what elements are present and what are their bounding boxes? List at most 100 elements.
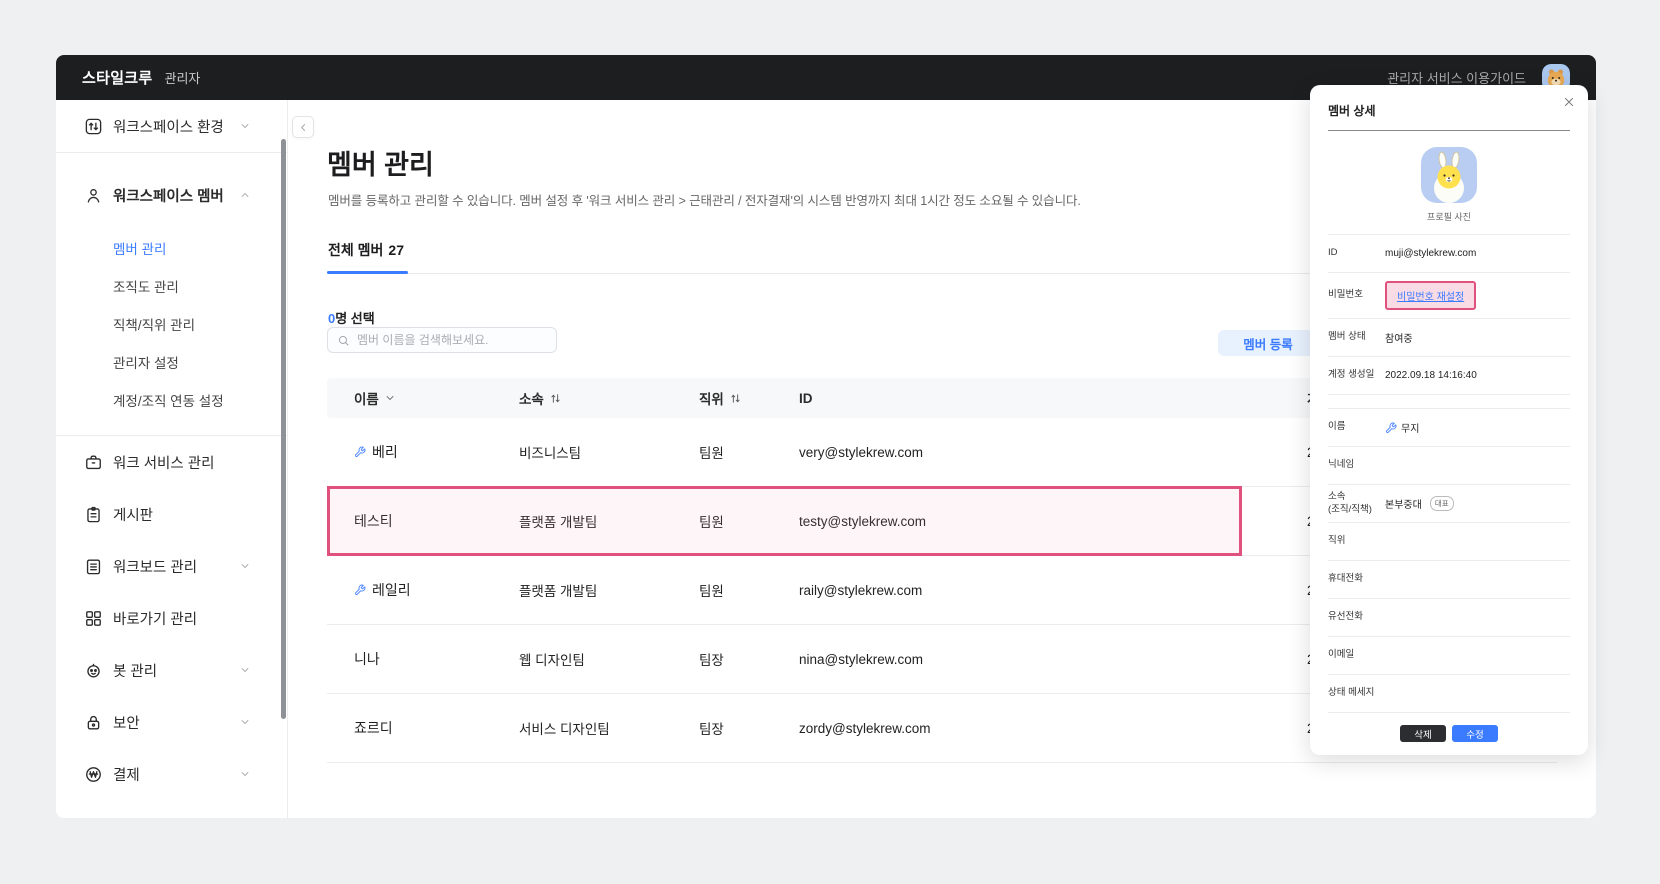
- panel-field-value: 무지: [1385, 420, 1419, 435]
- member-position-cell: 팀장: [699, 694, 724, 762]
- sidebar-subitem-job-title[interactable]: 직책/직위 관리: [56, 305, 287, 343]
- sidebar-subitem-label: 관리자 설정: [113, 352, 179, 372]
- sidebar-item-payment[interactable]: 결제: [56, 748, 287, 800]
- panel-field-member-status: 멤버 상태 참여중: [1328, 319, 1570, 357]
- selection-count-suffix: 명 선택: [335, 311, 375, 326]
- panel-field-account-created: 계정 생성일 2022.09.18 14:16:40: [1328, 357, 1570, 395]
- register-member-button[interactable]: 멤버 등록: [1218, 330, 1318, 356]
- member-id-cell: raily@stylekrew.com: [799, 556, 922, 624]
- search-icon: [337, 334, 350, 347]
- close-icon[interactable]: [1562, 95, 1576, 109]
- member-team-cell: 플랫폼 개발팀: [519, 556, 597, 624]
- member-name-cell: 니나: [354, 625, 380, 693]
- bot-icon: [84, 661, 103, 680]
- tab-all-members[interactable]: 전체 멤버 27: [327, 240, 408, 272]
- sort-icon: [729, 392, 742, 405]
- member-id-cell: zordy@stylekrew.com: [799, 694, 931, 762]
- panel-field-status-message: 상태 메세지: [1328, 675, 1570, 713]
- brand-logo: 스타일크루: [82, 67, 153, 88]
- sidebar-item-bot[interactable]: 봇 관리: [56, 644, 287, 696]
- sidebar-item-label: 바로가기 관리: [113, 608, 197, 629]
- member-id-cell: testy@stylekrew.com: [799, 487, 926, 555]
- column-header-position[interactable]: 직위: [699, 378, 742, 418]
- panel-field-org: 소속(조직/직책) 본부중대대표: [1328, 485, 1570, 523]
- admin-wrench-icon: [354, 446, 366, 458]
- panel-field-id: ID muji@stylekrew.com: [1328, 235, 1570, 273]
- sidebar-item-label: 게시판: [113, 504, 153, 525]
- profile-photo-label: 프로필 사진: [1328, 210, 1570, 223]
- tab-label: 전체 멤버: [328, 240, 383, 260]
- column-header-team[interactable]: 소속: [519, 378, 562, 418]
- password-reset-link[interactable]: 비밀번호 재설정: [1397, 292, 1464, 303]
- sidebar-item-label: 보안: [113, 712, 140, 733]
- member-team-cell: 플랫폼 개발팀: [519, 487, 597, 555]
- panel-field-value: muji@stylekrew.com: [1385, 248, 1476, 259]
- panel-field-value: 본부중대대표: [1385, 496, 1454, 511]
- sidebar-subitem-member-management[interactable]: 멤버 관리: [56, 229, 287, 267]
- lock-icon: [84, 713, 103, 732]
- admin-wrench-icon: [354, 584, 366, 596]
- panel-field-label: 멤버 상태: [1328, 331, 1385, 344]
- panel-field-label: ID: [1328, 247, 1385, 260]
- tab-bar: 전체 멤버 27: [327, 240, 1319, 274]
- person-icon: [84, 186, 103, 205]
- sidebar-item-board[interactable]: 게시판: [56, 488, 287, 540]
- sidebar-subitem-org-chart[interactable]: 조직도 관리: [56, 267, 287, 305]
- panel-field-label: 닉네임: [1328, 459, 1385, 472]
- sidebar-item-workspace-env[interactable]: 워크스페이스 환경: [56, 100, 287, 152]
- sidebar-item-label: 워크보드 관리: [113, 556, 197, 577]
- column-header-id[interactable]: ID: [799, 378, 813, 418]
- row-highlight-annotation: [327, 486, 1242, 556]
- panel-field-value: 2022.09.18 14:16:40: [1385, 370, 1477, 381]
- panel-field-landline: 유선전화: [1328, 599, 1570, 637]
- sidebar-subitem-admin-settings[interactable]: 관리자 설정: [56, 343, 287, 381]
- clipboard-icon: [84, 505, 103, 524]
- chevron-down-icon: [239, 560, 251, 572]
- sidebar-item-label: 봇 관리: [113, 660, 157, 681]
- panel-field-label: 직위: [1328, 535, 1385, 548]
- search-input[interactable]: [357, 333, 547, 347]
- sidebar-divider: [56, 152, 287, 153]
- briefcase-icon: [84, 453, 103, 472]
- chevron-down-icon: [239, 768, 251, 780]
- member-detail-panel: 멤버 상세 프로필 사진 ID muji@stylekrew.com 비밀번호 …: [1310, 85, 1588, 755]
- panel-field-value: 참여중: [1385, 330, 1413, 345]
- sidebar-subitem-label: 멤버 관리: [113, 238, 166, 258]
- brand-suffix: 관리자: [165, 68, 201, 87]
- panel-title: 멤버 상세: [1328, 85, 1570, 130]
- chevron-up-icon: [239, 189, 251, 201]
- sidebar-item-label: 워크스페이스 멤버: [113, 185, 224, 206]
- sidebar-item-shortcuts[interactable]: 바로가기 관리: [56, 592, 287, 644]
- sidebar-item-workspace-members[interactable]: 워크스페이스 멤버: [56, 169, 287, 221]
- sort-icon: [549, 392, 562, 405]
- sidebar-scrollbar[interactable]: [281, 139, 286, 719]
- page-description: 멤버를 등록하고 관리할 수 있습니다. 멤버 설정 후 '워크 서비스 관리 …: [328, 190, 1081, 209]
- sidebar-lower-nav: 워크 서비스 관리 게시판 워크보드 관리 바로가기 관리 봇 관리 보안 결제: [56, 436, 287, 800]
- admin-wrench-icon: [1385, 422, 1397, 434]
- edit-button[interactable]: 수정: [1452, 725, 1498, 742]
- column-header-name[interactable]: 이름: [354, 378, 396, 418]
- sidebar-item-work-services[interactable]: 워크 서비스 관리: [56, 436, 287, 488]
- panel-field-value: 비밀번호 재설정: [1385, 281, 1476, 310]
- sidebar-item-workboard[interactable]: 워크보드 관리: [56, 540, 287, 592]
- panel-field-label: 비밀번호: [1328, 289, 1385, 302]
- sidebar-item-security[interactable]: 보안: [56, 696, 287, 748]
- won-icon: [84, 765, 103, 784]
- panel-field-label: 이메일: [1328, 649, 1385, 662]
- grid-icon: [84, 609, 103, 628]
- member-team-cell: 웹 디자인팀: [519, 625, 585, 693]
- member-name-cell: 레일리: [354, 556, 411, 624]
- panel-field-mobile: 휴대전화: [1328, 561, 1570, 599]
- panel-section-gap: [1328, 395, 1570, 409]
- sidebar-subitem-label: 계정/조직 연동 설정: [113, 390, 224, 410]
- panel-field-password: 비밀번호 비밀번호 재설정: [1328, 273, 1570, 319]
- sidebar-subitem-account-org-sync[interactable]: 계정/조직 연동 설정: [56, 381, 287, 419]
- adjust-icon: [84, 117, 103, 136]
- org-representative-badge: 대표: [1430, 496, 1454, 511]
- delete-button[interactable]: 삭제: [1400, 725, 1446, 742]
- sidebar-subitem-label: 조직도 관리: [113, 276, 179, 296]
- page-title: 멤버 관리: [327, 143, 434, 182]
- tab-active-underline: [327, 271, 408, 274]
- sidebar-collapse-button[interactable]: [292, 116, 314, 138]
- member-name-cell: 죠르디: [354, 694, 393, 762]
